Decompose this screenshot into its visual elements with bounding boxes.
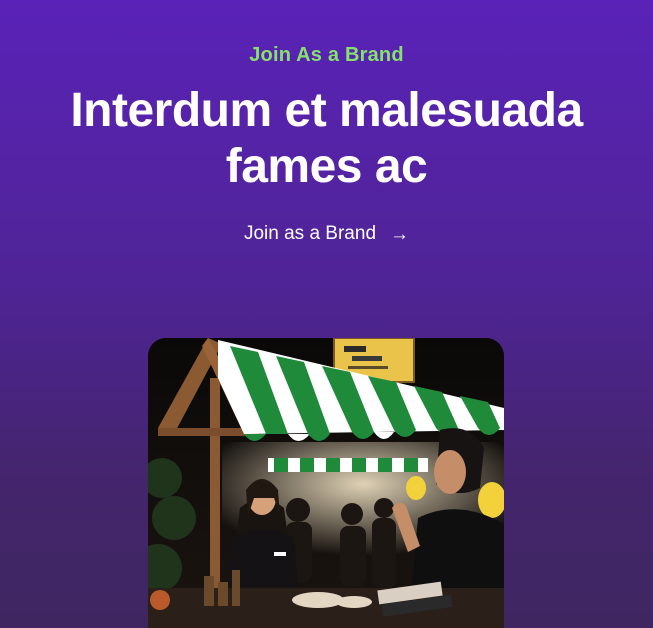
market-stall-photo (148, 338, 504, 628)
eyebrow-label: Join As a Brand (249, 44, 404, 66)
hero-headline: Interdum et malesuada fames ac (70, 84, 583, 193)
cta-label: Join as a Brand (243, 223, 377, 244)
join-brand-link[interactable]: Join as a Brand → (244, 223, 409, 245)
arrow-right-icon: → (390, 223, 410, 245)
hero-section: Join As a Brand Interdum et malesuada fa… (0, 0, 653, 245)
